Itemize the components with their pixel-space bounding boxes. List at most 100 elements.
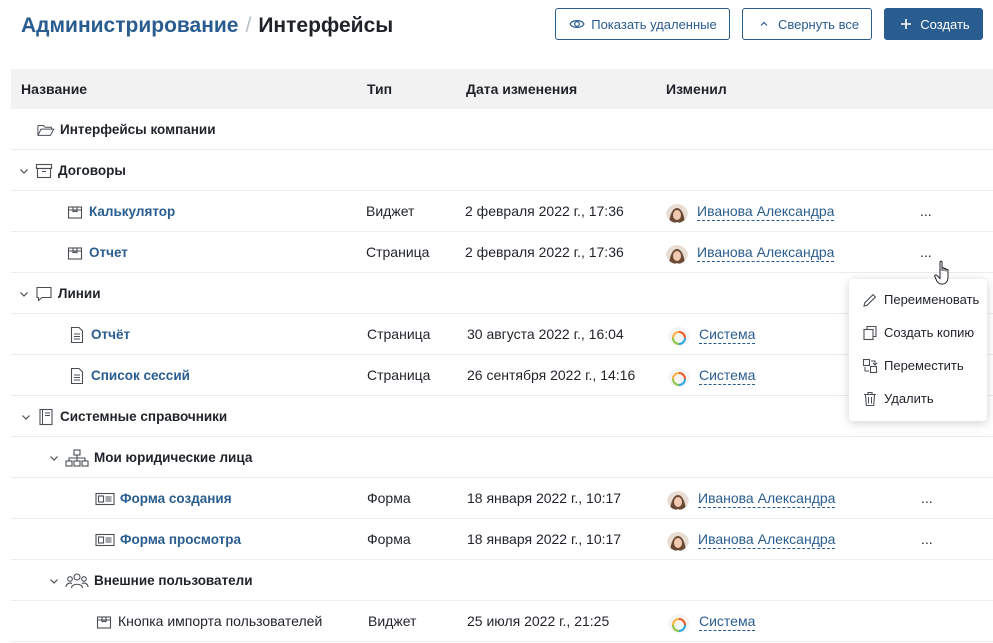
- users-group-icon: [65, 572, 89, 590]
- avatar: [666, 242, 688, 264]
- row-date: 2 февраля 2022 г., 17:36: [465, 203, 624, 219]
- chevron-down-icon[interactable]: [18, 288, 30, 300]
- column-header-name[interactable]: Название: [21, 69, 87, 109]
- menu-item-rename-label: Переименовать: [884, 292, 980, 307]
- table-row[interactable]: Калькулятор Виджет 2 февраля 2022 г., 17…: [11, 191, 993, 232]
- row-author: Система: [668, 355, 756, 396]
- table-row[interactable]: Внешние пользователи: [11, 560, 993, 601]
- table-row[interactable]: Форма создания Форма 18 января 2022 г., …: [11, 478, 993, 519]
- row-name: Отчёт: [68, 314, 130, 355]
- collapse-all-button[interactable]: Свернуть все: [742, 8, 872, 40]
- row-author: Иванова Александра: [667, 478, 836, 519]
- row-name-link[interactable]: Форма создания: [120, 478, 232, 519]
- row-name-label: Договоры: [58, 163, 126, 178]
- row-name-label: Системные справочники: [60, 409, 228, 424]
- row-name: Интерфейсы компании: [37, 109, 216, 150]
- table-row[interactable]: Список сессий Страница 26 сентября 2022 …: [11, 355, 993, 396]
- chevron-down-icon[interactable]: [48, 575, 60, 587]
- row-name: Отчет: [66, 232, 128, 273]
- chevron-up-icon: [755, 15, 773, 33]
- row-name-link[interactable]: Список сессий: [91, 355, 190, 396]
- chevron-down-icon[interactable]: [20, 411, 32, 423]
- system-logo-icon: [668, 611, 690, 633]
- row-name: Внешние пользователи: [48, 560, 253, 601]
- row-date: 26 сентября 2022 г., 14:16: [467, 367, 636, 383]
- hierarchy-icon: [65, 448, 89, 467]
- column-header-type[interactable]: Тип: [367, 69, 392, 109]
- create-button[interactable]: Создать: [884, 8, 983, 40]
- table-row[interactable]: Отчёт Страница 30 августа 2022 г., 16:04…: [11, 314, 993, 355]
- row-type: Форма: [367, 531, 411, 547]
- row-name-label: Мои юридические лица: [94, 450, 253, 465]
- row-name: Список сессий: [68, 355, 190, 396]
- row-name-label: Внешние пользователи: [94, 573, 253, 588]
- author-link[interactable]: Иванова Александра: [697, 244, 835, 262]
- row-name-label: Интерфейсы компании: [60, 122, 216, 137]
- menu-item-delete[interactable]: Удалить: [849, 382, 987, 415]
- row-author: Иванова Александра: [667, 519, 836, 560]
- table-row[interactable]: Мои юридические лица: [11, 437, 993, 478]
- table-row[interactable]: Кнопка импорта пользователей Виджет 25 и…: [11, 601, 993, 642]
- table-row[interactable]: Отчет Страница 2 февраля 2022 г., 17:36 …: [11, 232, 993, 273]
- row-type: Страница: [366, 244, 430, 260]
- chevron-down-icon[interactable]: [18, 165, 30, 177]
- chevron-down-icon[interactable]: [48, 452, 60, 464]
- folder-open-icon: [37, 121, 55, 139]
- row-context-menu: Переименовать Создать копию Переместить …: [849, 279, 987, 421]
- row-name-label[interactable]: Кнопка импорта пользователей: [118, 601, 322, 642]
- row-actions-button[interactable]: ...: [921, 519, 933, 560]
- author-link[interactable]: Система: [699, 326, 756, 344]
- author-link[interactable]: Иванова Александра: [698, 490, 836, 508]
- row-author: Иванова Александра: [666, 191, 835, 232]
- show-deleted-button[interactable]: Показать удаленные: [555, 8, 730, 40]
- row-type: Форма: [367, 490, 411, 506]
- row-name: Договоры: [18, 150, 126, 191]
- menu-item-move-label: Переместить: [884, 358, 964, 373]
- widget-icon: [95, 613, 113, 631]
- row-name-link[interactable]: Отчёт: [91, 314, 130, 355]
- menu-item-move[interactable]: Переместить: [849, 349, 987, 382]
- author-link[interactable]: Иванова Александра: [697, 203, 835, 221]
- row-name: Форма просмотра: [95, 519, 241, 560]
- system-logo-icon: [668, 324, 690, 346]
- pencil-icon: [862, 292, 878, 308]
- author-link[interactable]: Система: [699, 613, 756, 631]
- form-icon: [95, 490, 115, 508]
- row-date: 18 января 2022 г., 10:17: [467, 490, 622, 506]
- book-icon: [37, 408, 55, 426]
- column-header-author[interactable]: Изменил: [666, 69, 727, 109]
- row-name: Мои юридические лица: [48, 437, 252, 478]
- row-author: Система: [668, 601, 756, 642]
- author-link[interactable]: Система: [699, 367, 756, 385]
- table-row[interactable]: Договоры: [11, 150, 993, 191]
- archive-box-icon: [35, 162, 53, 180]
- author-link[interactable]: Иванова Александра: [698, 531, 836, 549]
- table-row[interactable]: Системные справочники: [11, 396, 993, 437]
- eye-icon: [568, 15, 586, 33]
- table-row[interactable]: Интерфейсы компании: [11, 109, 993, 150]
- document-icon: [68, 367, 86, 385]
- column-header-date[interactable]: Дата изменения: [466, 69, 577, 109]
- row-name-link[interactable]: Отчет: [89, 232, 128, 273]
- page-header: Администрирование / Интерфейсы Показать уд…: [0, 0, 993, 60]
- row-name: Линии: [18, 273, 101, 314]
- row-name-link[interactable]: Форма просмотра: [120, 519, 241, 560]
- breadcrumb-separator: /: [245, 14, 252, 37]
- breadcrumb-admin-link[interactable]: Администрирование: [21, 14, 238, 37]
- widget-icon: [66, 203, 84, 221]
- row-name: Кнопка импорта пользователей: [95, 601, 322, 642]
- page-title: Интерфейсы: [258, 14, 394, 37]
- table-row[interactable]: Форма просмотра Форма 18 января 2022 г.,…: [11, 519, 993, 560]
- row-actions-button[interactable]: ...: [920, 191, 932, 232]
- row-actions-button[interactable]: ...: [921, 478, 933, 519]
- row-name-link[interactable]: Калькулятор: [89, 191, 175, 232]
- copy-icon: [862, 325, 878, 341]
- document-icon: [68, 326, 86, 344]
- table-row[interactable]: Линии: [11, 273, 993, 314]
- row-actions-button[interactable]: ...: [920, 232, 932, 273]
- row-author: Система: [668, 314, 756, 355]
- menu-item-rename[interactable]: Переименовать: [849, 283, 987, 316]
- widget-icon: [66, 244, 84, 262]
- menu-item-copy[interactable]: Создать копию: [849, 316, 987, 349]
- breadcrumb: Администрирование / Интерфейсы: [21, 12, 393, 40]
